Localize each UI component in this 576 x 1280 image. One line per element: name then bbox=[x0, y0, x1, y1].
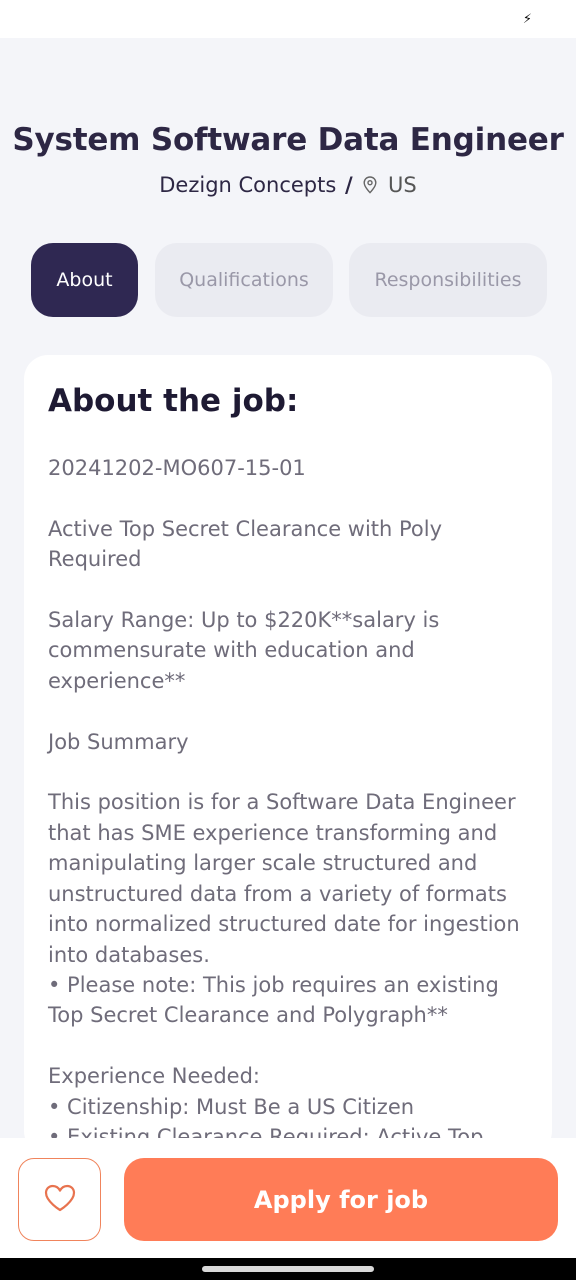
home-indicator[interactable] bbox=[202, 1266, 374, 1272]
separator: / bbox=[345, 173, 353, 197]
about-heading: About the job: bbox=[48, 383, 299, 419]
tab-qualifications[interactable]: Qualifications bbox=[155, 243, 333, 317]
location-pin-icon bbox=[363, 175, 377, 199]
heart-icon bbox=[43, 1183, 77, 1217]
company-location-line: Dezign Concepts / US bbox=[0, 173, 576, 199]
tab-about[interactable]: About bbox=[31, 243, 138, 317]
system-navigation-bar bbox=[0, 1258, 576, 1280]
tab-bar: About Qualifications Responsibilities bbox=[0, 243, 576, 317]
charging-icon: ⚡ bbox=[522, 12, 532, 27]
tab-responsibilities[interactable]: Responsibilities bbox=[349, 243, 547, 317]
apply-for-job-button[interactable]: Apply for job bbox=[124, 1158, 558, 1241]
status-bar: ⚡ bbox=[0, 0, 576, 38]
location-text: US bbox=[388, 173, 417, 197]
company-name: Dezign Concepts bbox=[159, 173, 337, 197]
about-body-text: 20241202-MO607-15-01 Active Top Secret C… bbox=[48, 456, 520, 1149]
job-title: System Software Data Engineer bbox=[12, 122, 564, 158]
about-card: About the job: 20241202-MO607-15-01 Acti… bbox=[24, 355, 552, 1155]
bottom-action-bar: Apply for job bbox=[0, 1138, 576, 1258]
favorite-button[interactable] bbox=[18, 1158, 101, 1241]
